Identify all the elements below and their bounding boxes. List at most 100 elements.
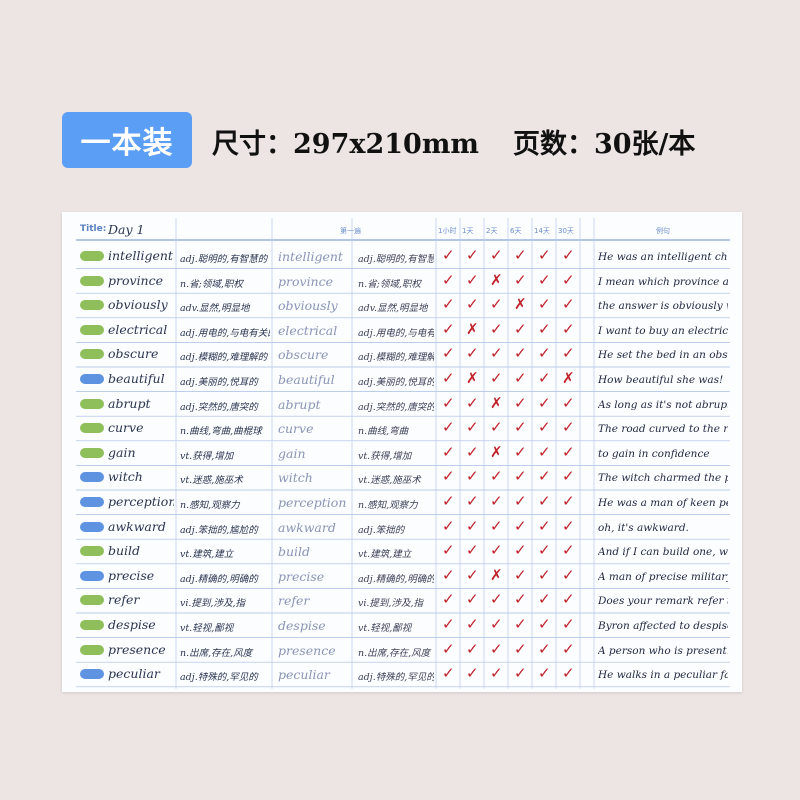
row-meaning: adj.特殊的,罕见的	[180, 672, 258, 684]
check-mark-icon: ✓	[514, 393, 527, 412]
review-header-5: 30天	[558, 227, 574, 235]
check-mark-icon: ✓	[538, 664, 551, 683]
check-mark-icon: ✓	[442, 418, 455, 437]
check-mark-icon: ✓	[466, 590, 479, 609]
row-example: Does your remark refer to all of us?	[598, 595, 728, 608]
check-mark-icon: ✓	[562, 442, 575, 461]
check-mark-icon: ✓	[442, 565, 455, 584]
check-mark-icon: ✓	[562, 270, 575, 289]
row-meaning-repeat: n.省;领域,职权	[358, 278, 421, 290]
row-word: refer	[108, 592, 140, 608]
row-word: witch	[108, 469, 143, 485]
check-mark-icon: ✓	[490, 639, 503, 658]
check-mark-icon: ✓	[490, 319, 503, 338]
check-mark-icon: ✓	[466, 492, 479, 510]
check-mark-icon: ✓	[466, 418, 479, 437]
green-tag-icon	[80, 349, 104, 360]
check-mark-icon: ✓	[562, 590, 575, 609]
row-meaning-repeat: n.感知,观察力	[358, 500, 418, 511]
row-word-repeat: province	[278, 273, 334, 289]
row-word-repeat: witch	[278, 470, 313, 486]
check-mark-icon: ✓	[514, 270, 527, 289]
check-mark-icon: ✓	[442, 344, 455, 363]
check-mark-icon: ✓	[514, 565, 527, 584]
row-word: abrupt	[108, 395, 151, 411]
check-mark-icon: ✓	[442, 369, 455, 387]
check-mark-icon: ✓	[466, 516, 479, 535]
row-meaning: adj.精确的,明确的	[180, 573, 258, 585]
check-mark-icon: ✓	[442, 492, 455, 510]
cross-mark-icon: ✗	[562, 369, 575, 387]
row-word-repeat: beautiful	[278, 372, 335, 387]
check-mark-icon: ✓	[490, 541, 503, 560]
check-mark-icon: ✓	[466, 467, 479, 486]
cross-mark-icon: ✗	[490, 565, 503, 584]
row-word: province	[108, 272, 164, 288]
check-mark-icon: ✓	[442, 246, 455, 264]
row-meaning-repeat: vt.迷惑,施巫术	[358, 475, 421, 487]
check-mark-icon: ✓	[538, 615, 551, 633]
green-tag-icon	[80, 300, 104, 311]
check-mark-icon: ✓	[538, 442, 551, 461]
check-mark-icon: ✓	[490, 246, 503, 264]
check-mark-icon: ✓	[466, 270, 479, 289]
check-mark-icon: ✓	[538, 270, 551, 289]
check-mark-icon: ✓	[514, 516, 527, 535]
check-mark-icon: ✓	[490, 516, 503, 535]
row-example: to gain in confidence	[598, 447, 710, 460]
check-mark-icon: ✓	[466, 295, 479, 314]
check-mark-icon: ✓	[442, 590, 455, 609]
check-mark-icon: ✓	[562, 246, 575, 264]
check-mark-icon: ✓	[490, 467, 503, 486]
check-mark-icon: ✓	[562, 344, 575, 363]
row-meaning-repeat: adj.美丽的,悦耳的	[358, 377, 434, 388]
check-mark-icon: ✓	[514, 467, 527, 486]
row-example: A person who is present.	[598, 644, 728, 657]
cross-mark-icon: ✗	[466, 369, 479, 387]
check-mark-icon: ✓	[442, 270, 455, 289]
row-word: precise	[108, 567, 155, 583]
green-tag-icon	[80, 620, 104, 630]
row-meaning-repeat: adj.用电的,与电有关	[358, 327, 434, 339]
check-mark-icon: ✓	[514, 492, 527, 510]
row-meaning-repeat: vt.建筑,建立	[358, 549, 412, 561]
review-header-3: 6天	[510, 227, 522, 235]
check-mark-icon: ✓	[562, 541, 575, 560]
check-mark-icon: ✓	[562, 516, 575, 535]
badge-one-book: 一本装	[62, 112, 192, 168]
row-meaning-repeat: adj.笨拙的	[358, 524, 405, 536]
check-mark-icon: ✓	[538, 319, 551, 338]
green-tag-icon	[80, 447, 104, 458]
check-mark-icon: ✓	[562, 467, 575, 486]
row-word: electrical	[108, 321, 168, 337]
row-meaning: adv.显然,明显地	[180, 303, 250, 315]
row-meaning: n.曲线,弯曲,曲棍球	[180, 426, 262, 438]
row-meaning: vt.迷惑,施巫术	[180, 475, 243, 487]
row-word-repeat: abrupt	[278, 396, 321, 412]
check-mark-icon: ✓	[562, 639, 575, 658]
check-mark-icon: ✓	[442, 516, 455, 535]
row-meaning-repeat: n.出席,存在,风度	[358, 647, 431, 659]
check-mark-icon: ✓	[514, 590, 527, 609]
row-meaning: vt.轻视,鄙视	[180, 623, 234, 634]
row-word-repeat: gain	[278, 445, 306, 461]
review-header-4: 14天	[534, 227, 550, 235]
row-meaning: adj.聪明的,有智慧的	[180, 254, 268, 265]
row-meaning: adj.模糊的,难理解的	[180, 352, 268, 364]
row-meaning-repeat: vt.获得,增加	[358, 450, 412, 462]
cross-mark-icon: ✗	[490, 270, 503, 289]
vocabulary-sheet: Title: Day 1 第一遍 例句 1小时 1天 2天 6天 14天 30天 inte…	[62, 212, 742, 692]
check-mark-icon: ✓	[442, 615, 455, 633]
cross-mark-icon: ✗	[466, 319, 479, 338]
check-mark-icon: ✓	[538, 516, 551, 535]
check-mark-icon: ✓	[538, 541, 551, 560]
check-mark-icon: ✓	[490, 492, 503, 510]
green-tag-icon	[80, 275, 104, 286]
row-meaning: vt.建筑,建立	[180, 549, 234, 561]
check-mark-icon: ✓	[466, 639, 479, 658]
spec-line: 尺寸：297x210mm 页数：30张/本	[212, 118, 695, 164]
green-tag-icon	[80, 398, 104, 409]
row-word-repeat: build	[278, 544, 311, 560]
check-mark-icon: ✓	[490, 615, 503, 633]
row-word: perception	[108, 494, 174, 509]
